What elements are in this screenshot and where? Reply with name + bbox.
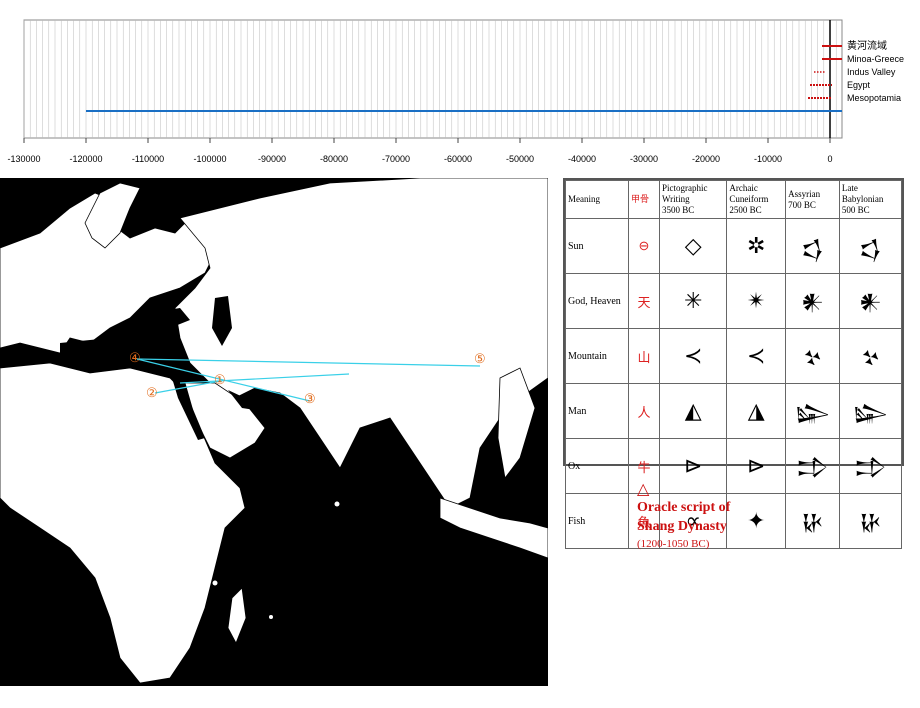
pictographic-glyph: ◭ bbox=[658, 383, 728, 439]
timeline-tick-label: -20000 bbox=[692, 154, 720, 164]
timeline-tick-label: -70000 bbox=[382, 154, 410, 164]
island-dot bbox=[269, 615, 273, 619]
marker-5: ⑤ bbox=[474, 351, 486, 366]
header-meaning: Meaning bbox=[565, 180, 629, 219]
babylonian-glyph: 𒌓 bbox=[838, 218, 903, 274]
row-meaning: Man bbox=[565, 383, 629, 439]
timeline-tick-label: 0 bbox=[827, 154, 832, 164]
pictographic-glyph: ≺ bbox=[658, 328, 728, 384]
header-archaic: Archaic Cuneiform 2500 BC bbox=[726, 180, 787, 219]
legend-indus: Indus Valley bbox=[847, 67, 896, 77]
timeline-tick-label: -60000 bbox=[444, 154, 472, 164]
assyrian-glyph: 𒌓 bbox=[785, 218, 840, 274]
timeline-tick-label: -50000 bbox=[506, 154, 534, 164]
assyrian-glyph: 𒆳 bbox=[785, 328, 840, 384]
legend-minoa: Minoa-Greece bbox=[847, 54, 904, 64]
timeline-tick-label: -30000 bbox=[630, 154, 658, 164]
island-dot bbox=[334, 501, 340, 507]
timeline-tick-label: -110000 bbox=[132, 154, 164, 164]
timeline-tick-label: -120000 bbox=[69, 154, 102, 164]
row-meaning: Sun bbox=[565, 218, 629, 274]
table-row: Mountain 山 ≺ ≺ 𒆳 𒆳 bbox=[565, 328, 903, 384]
row-meaning: Fish bbox=[565, 493, 629, 549]
archaic-glyph: ≺ bbox=[726, 328, 787, 384]
timeline-tick-label: -40000 bbox=[568, 154, 596, 164]
marker-2: ② bbox=[146, 385, 158, 400]
row-meaning: Mountain bbox=[565, 328, 629, 384]
timeline-tick-label: -80000 bbox=[320, 154, 348, 164]
babylonian-glyph: 𒀭 bbox=[838, 273, 903, 329]
oracle-script-note: △ Oracle script of Shang Dynasty (1200-1… bbox=[637, 482, 837, 552]
oracle-glyph: 山 bbox=[628, 328, 660, 384]
note-title: Oracle script of Shang Dynasty bbox=[637, 500, 731, 534]
babylonian-glyph: 𒄩 bbox=[838, 493, 903, 549]
island-dot bbox=[212, 580, 218, 586]
timeline-tick-label: -10000 bbox=[754, 154, 782, 164]
row-meaning: God, Heaven bbox=[565, 273, 629, 329]
pictographic-glyph: ◇ bbox=[658, 218, 728, 274]
oracle-glyph: 天 bbox=[628, 273, 660, 329]
oracle-glyph: 人 bbox=[628, 383, 660, 439]
babylonian-glyph: 𒄞 bbox=[838, 438, 903, 494]
archaic-glyph: ✴ bbox=[726, 273, 787, 329]
table-row: God, Heaven 天 ✳ ✴ 𒀭 𒀭 bbox=[565, 273, 903, 329]
babylonian-glyph: 𒇽 bbox=[838, 383, 903, 439]
legend-yellow-river: 黄河流域 bbox=[847, 39, 887, 52]
timeline-tick-label: -90000 bbox=[258, 154, 286, 164]
note-range: (1200-1050 BC) bbox=[637, 538, 710, 550]
marker-1: ① bbox=[214, 372, 226, 387]
timeline-tick-label: -130000 bbox=[7, 154, 40, 164]
marker-4: ④ bbox=[129, 350, 141, 365]
archaic-glyph: ✲ bbox=[726, 218, 787, 274]
row-meaning: Ox bbox=[565, 438, 629, 494]
marker-3: ③ bbox=[304, 391, 316, 406]
archaic-glyph: ◮ bbox=[726, 383, 787, 439]
script-comparison-table: Meaning 甲骨 Pictographic Writing 3500 BC … bbox=[563, 178, 904, 549]
timeline-tick-label: -100000 bbox=[193, 154, 226, 164]
babylonian-glyph: 𒆳 bbox=[838, 328, 903, 384]
assyrian-glyph: 𒀭 bbox=[785, 273, 840, 329]
table-row: Sun ⊖ ◇ ✲ 𒌓 𒌓 bbox=[565, 218, 903, 274]
header-babylonian: Late Babylonian 500 BC bbox=[838, 180, 903, 219]
triangle-icon: △ bbox=[637, 481, 650, 498]
legend-egypt: Egypt bbox=[847, 80, 871, 90]
table-row: Man 人 ◭ ◮ 𒇽 𒇽 bbox=[565, 383, 903, 439]
timeline-chart: -130000 -120000 -110000 -100000 -90000 -80000… bbox=[7, 19, 904, 164]
island-dot bbox=[64, 515, 70, 521]
pictographic-glyph: ✳ bbox=[658, 273, 728, 329]
header-assyrian: Assyrian 700 BC bbox=[785, 180, 840, 219]
header-oracle: 甲骨 bbox=[628, 180, 660, 219]
header-pictographic: Pictographic Writing 3500 BC bbox=[658, 180, 728, 219]
timeline-tick-labels: -130000 -120000 -110000 -100000 -90000 -80000… bbox=[7, 138, 833, 164]
legend-mesopotamia: Mesopotamia bbox=[847, 93, 901, 103]
eurasia-africa-map: ④ ② ① ③ ⑤ bbox=[0, 178, 548, 686]
assyrian-glyph: 𒇽 bbox=[785, 383, 840, 439]
oracle-glyph: ⊖ bbox=[628, 218, 660, 274]
